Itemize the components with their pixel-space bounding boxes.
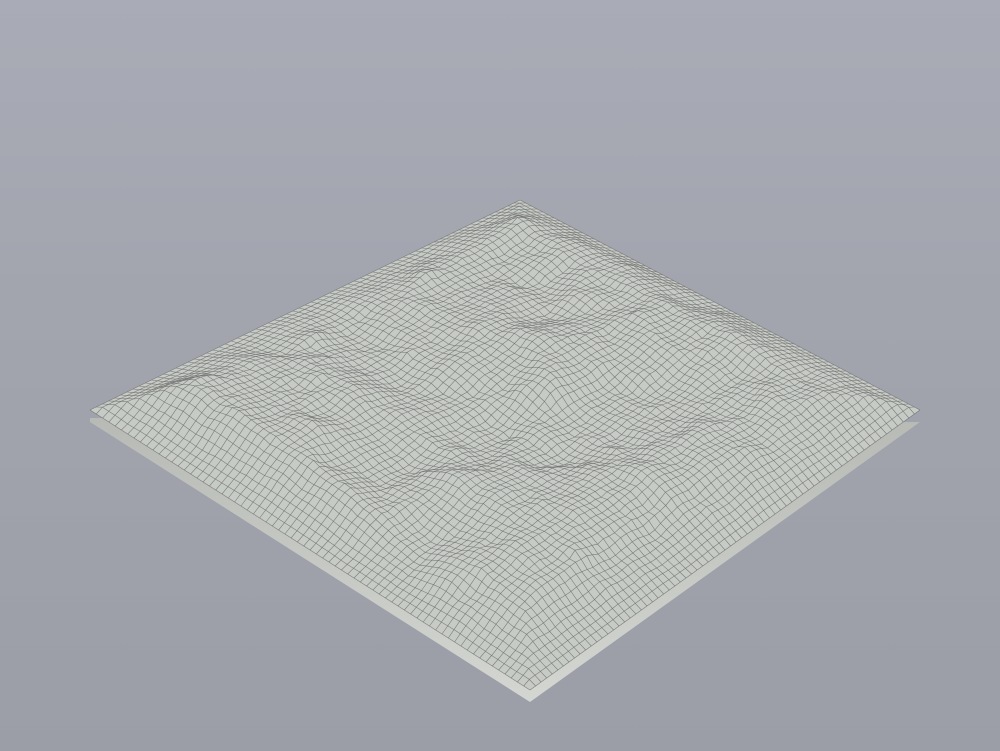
- 3d-viewport[interactable]: [0, 0, 1000, 751]
- terrain-mesh[interactable]: [0, 0, 1000, 751]
